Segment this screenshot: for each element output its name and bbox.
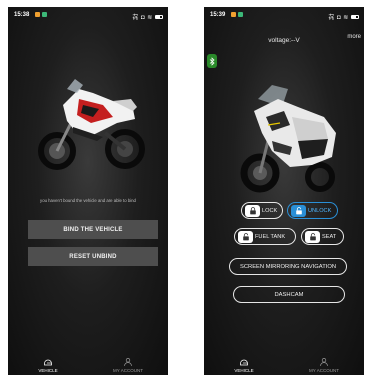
unlock-icon — [291, 204, 306, 217]
fuel-tank-button[interactable]: FUEL TANK — [234, 228, 296, 245]
status-bar: 15:38 㐂 ◘ ≋ — [8, 7, 168, 23]
bind-vehicle-button[interactable]: BIND THE VEHICLE — [28, 220, 158, 239]
status-indicators: 㐂 ◘ ≋ — [328, 12, 359, 21]
bind-hint-text: you haven't bound the vehicle and are ab… — [40, 198, 136, 203]
more-link[interactable]: more — [347, 34, 361, 40]
helmet-icon — [44, 359, 52, 366]
status-time: 15:39 — [210, 12, 226, 18]
lock-icon — [245, 204, 260, 217]
unlock-icon — [305, 230, 320, 243]
scooter-image — [240, 85, 336, 193]
tab-vehicle[interactable]: VEHICLE — [18, 357, 78, 373]
bottom-tab-bar: VEHICLE MY ACCOUNT — [204, 355, 364, 375]
reset-unbind-button[interactable]: RESET UNBIND — [28, 247, 158, 266]
tab-my-account[interactable]: MY ACCOUNT — [98, 357, 158, 373]
status-indicators: 㐂 ◘ ≋ — [132, 12, 163, 21]
lock-button[interactable]: LOCK — [241, 202, 283, 219]
notification-icons — [229, 12, 243, 18]
dashcam-button[interactable]: DASHCAM — [233, 286, 345, 303]
left-phone-screen: 15:38 㐂 ◘ ≋ you haven't bound the vehicl… — [8, 7, 168, 375]
status-time: 15:38 — [14, 12, 30, 18]
bluetooth-status[interactable] — [207, 54, 217, 68]
battery-icon — [351, 15, 359, 20]
unlock-button[interactable]: UNLOCK — [287, 202, 338, 219]
notification-icons — [33, 12, 47, 18]
battery-icon — [155, 15, 163, 20]
person-icon — [320, 358, 328, 367]
unlock-icon — [238, 230, 253, 243]
tab-my-account[interactable]: MY ACCOUNT — [294, 357, 354, 373]
motorcycle-image — [38, 79, 145, 170]
person-icon — [124, 358, 132, 367]
status-bar: 15:39 㐂 ◘ ≋ — [204, 7, 364, 23]
voltage-readout: voltage:--V — [268, 37, 300, 44]
right-phone-screen: 15:39 㐂 ◘ ≋ voltage:--V more LOCK UNLOCK… — [204, 7, 364, 375]
seat-button[interactable]: SEAT — [301, 228, 344, 245]
tab-vehicle[interactable]: VEHICLE — [214, 357, 274, 373]
bluetooth-icon — [209, 56, 215, 66]
helmet-icon — [240, 359, 248, 366]
bottom-tab-bar: VEHICLE MY ACCOUNT — [8, 355, 168, 375]
screen-mirroring-navigation-button[interactable]: SCREEN MIRRORING NAVIGATION — [229, 258, 347, 275]
